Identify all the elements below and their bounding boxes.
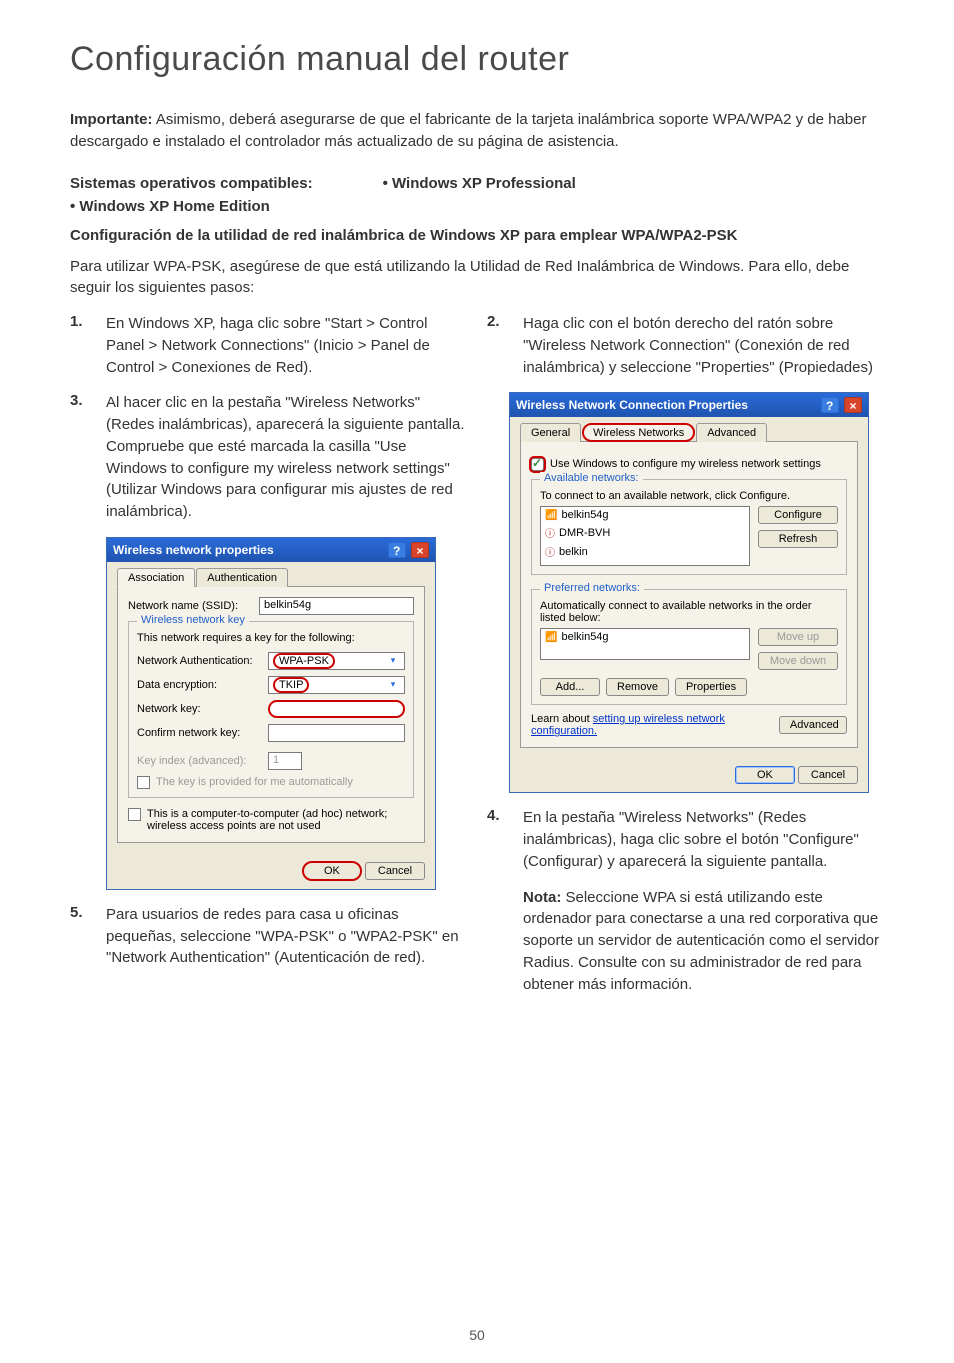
step-3-body: Al hacer clic en la pestaña "Wireless Ne…	[106, 392, 467, 523]
movedown-button: Move down	[758, 652, 838, 670]
step-4-body: En la pestaña "Wireless Networks" (Redes…	[523, 807, 884, 872]
preferred-networks-title: Preferred networks:	[540, 582, 644, 594]
autokey-label: The key is provided for me automatically	[156, 776, 353, 788]
page-number: 50	[0, 1327, 954, 1343]
cancel-button[interactable]: Cancel	[365, 862, 425, 880]
preferred-networks-list[interactable]: 📶 belkin54g	[540, 628, 750, 660]
intro-rest: Asimismo, deberá asegurarse de que el fa…	[70, 111, 866, 150]
keyidx-input: 1	[268, 752, 302, 770]
adhoc-checkbox[interactable]	[128, 808, 141, 821]
ok-button[interactable]: OK	[302, 861, 362, 881]
ssid-input[interactable]: belkin54g	[259, 597, 414, 615]
step-2-body: Haga clic con el botón derecho del ratón…	[523, 313, 884, 378]
confirm-label: Confirm network key:	[137, 727, 262, 739]
key-requires-text: This network requires a key for the foll…	[137, 632, 405, 644]
net-name: DMR-BVH	[559, 527, 610, 539]
auth-value: WPA-PSK	[273, 653, 335, 669]
wireless-key-group-title: Wireless network key	[137, 614, 249, 626]
usewin-checkbox[interactable]	[531, 458, 544, 471]
net-name: belkin	[559, 546, 588, 558]
help-icon[interactable]: ?	[388, 542, 406, 558]
list-item: ⓘ DMR-BVH	[541, 523, 749, 542]
tab-general[interactable]: General	[520, 423, 581, 442]
chevron-down-icon: ▾	[386, 655, 400, 666]
list-item: ⓘ belkin	[541, 542, 749, 561]
enc-combo[interactable]: TKIP ▾	[268, 676, 405, 694]
step-5-num: 5.	[70, 904, 88, 969]
available-networks-list[interactable]: 📶 belkin54g ⓘ DMR-BVH ⓘ belkin	[540, 506, 750, 566]
nota-rest: Seleccione WPA si está utilizando este o…	[523, 889, 879, 993]
signal-icon: ⓘ	[545, 525, 555, 540]
step-1-body: En Windows XP, haga clic sobre "Start > …	[106, 313, 467, 378]
intro-bold: Importante:	[70, 111, 153, 128]
os-xp-home: • Windows XP Home Edition	[70, 198, 884, 215]
ok-button[interactable]: OK	[735, 766, 795, 784]
enc-value: TKIP	[273, 677, 309, 693]
configure-button[interactable]: Configure	[758, 506, 838, 524]
tab-wireless-networks[interactable]: Wireless Networks	[582, 423, 695, 442]
available-networks-title: Available networks:	[540, 472, 643, 484]
dialog2-title: Wireless Network Connection Properties	[516, 398, 748, 412]
intro-paragraph: Importante: Asimismo, deberá asegurarse …	[70, 109, 884, 153]
netkey-input[interactable]	[268, 700, 405, 718]
properties-button[interactable]: Properties	[675, 678, 747, 696]
autokey-checkbox	[137, 776, 150, 789]
step-4-num: 4.	[487, 807, 505, 872]
os-xp-pro: • Windows XP Professional	[383, 175, 576, 192]
adhoc-label: This is a computer-to-computer (ad hoc) …	[147, 808, 414, 832]
signal-icon: ⓘ	[545, 544, 555, 559]
usewin-label: Use Windows to configure my wireless net…	[550, 458, 821, 470]
tab-authentication[interactable]: Authentication	[196, 568, 288, 587]
add-button[interactable]: Add...	[540, 678, 600, 696]
page-title: Configuración manual del router	[70, 40, 884, 79]
preferred-desc: Automatically connect to available netwo…	[540, 600, 838, 624]
enc-label: Data encryption:	[137, 679, 262, 691]
close-icon[interactable]: ×	[411, 542, 429, 558]
tab-association[interactable]: Association	[117, 568, 195, 587]
chevron-down-icon: ▾	[386, 679, 400, 690]
confirm-input[interactable]	[268, 724, 405, 742]
help-icon[interactable]: ?	[821, 397, 839, 413]
auth-label: Network Authentication:	[137, 655, 262, 667]
intro-para2: Para utilizar WPA-PSK, asegúrese de que …	[70, 256, 884, 300]
signal-icon: 📶	[545, 510, 557, 521]
cancel-button[interactable]: Cancel	[798, 766, 858, 784]
net-name: belkin54g	[561, 509, 608, 521]
keyidx-label: Key index (advanced):	[137, 755, 262, 767]
net-name: belkin54g	[561, 631, 608, 643]
available-desc: To connect to an available network, clic…	[540, 490, 838, 502]
list-item: 📶 belkin54g	[541, 629, 749, 645]
auth-combo[interactable]: WPA-PSK ▾	[268, 652, 405, 670]
close-icon[interactable]: ×	[844, 397, 862, 413]
dialog-connection-properties: Wireless Network Connection Properties ?…	[509, 392, 869, 793]
step-2-num: 2.	[487, 313, 505, 378]
netkey-label: Network key:	[137, 703, 262, 715]
ssid-label: Network name (SSID):	[128, 600, 253, 612]
learn-text: Learn about setting up wireless network …	[531, 713, 779, 737]
step-1-num: 1.	[70, 313, 88, 378]
dialog-network-properties: Wireless network properties ? × Associat…	[106, 537, 436, 890]
nota-paragraph: Nota: Seleccione WPA si está utilizando …	[523, 887, 884, 996]
tab-advanced[interactable]: Advanced	[696, 423, 767, 442]
moveup-button: Move up	[758, 628, 838, 646]
os-compatible-label: Sistemas operativos compatibles:	[70, 175, 313, 192]
signal-icon: 📶	[545, 632, 557, 643]
advanced-button[interactable]: Advanced	[779, 716, 847, 734]
dialog1-title: Wireless network properties	[113, 543, 274, 557]
refresh-button[interactable]: Refresh	[758, 530, 838, 548]
remove-button[interactable]: Remove	[606, 678, 669, 696]
step-5-body: Para usuarios de redes para casa u ofici…	[106, 904, 467, 969]
config-heading: Configuración de la utilidad de red inal…	[70, 225, 884, 246]
nota-bold: Nota:	[523, 889, 561, 906]
step-3-num: 3.	[70, 392, 88, 523]
list-item: 📶 belkin54g	[541, 507, 749, 523]
